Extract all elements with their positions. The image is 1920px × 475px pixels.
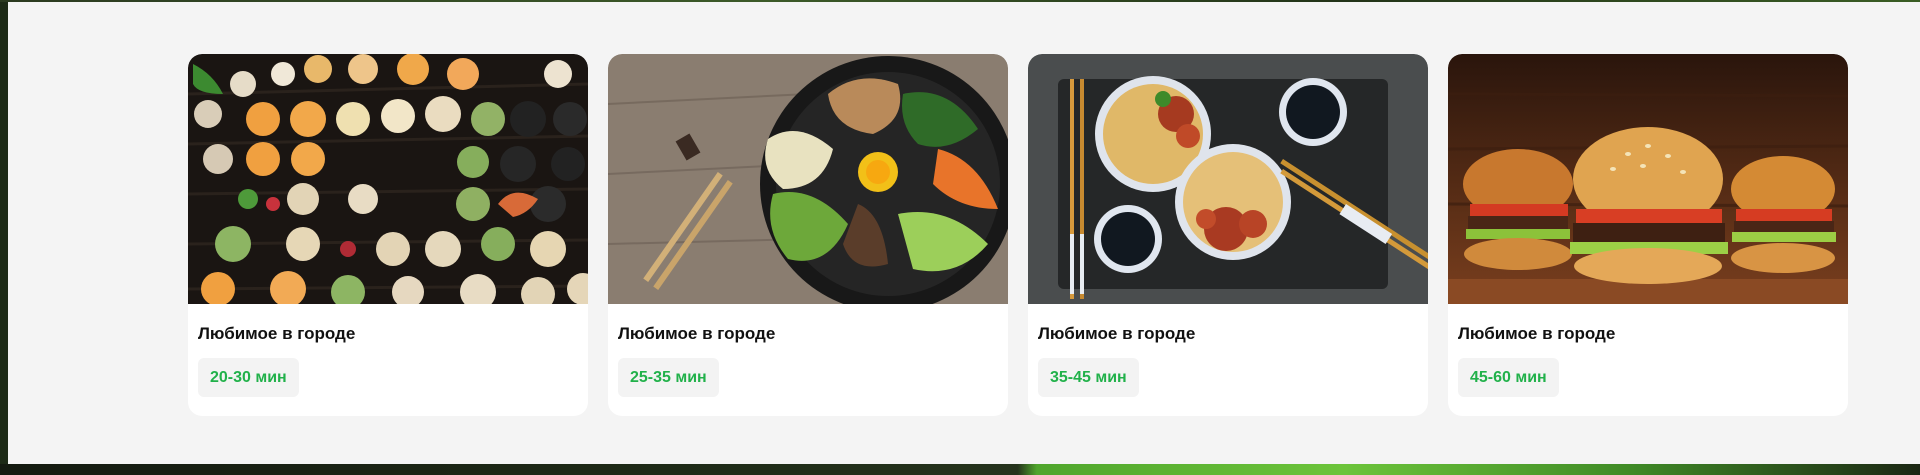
delivery-time-badge: 35-45 мин [1038, 358, 1139, 397]
restaurant-card[interactable]: Любимое в городе 20-30 мин [188, 54, 588, 416]
restaurant-title: Любимое в городе [1458, 324, 1616, 343]
restaurants-section: Любимое в городе 20-30 мин Любимое в гор… [8, 2, 1920, 464]
restaurant-title: Любимое в городе [1038, 324, 1196, 343]
noodles-photo [1028, 54, 1428, 304]
restaurant-card[interactable]: Любимое в городе 25-35 мин [608, 54, 1008, 416]
background-photo-bottom [0, 464, 1920, 475]
delivery-time-badge: 25-35 мин [618, 358, 719, 397]
restaurant-card[interactable]: Любимое в городе 35-45 мин [1028, 54, 1428, 416]
delivery-time-badge: 20-30 мин [198, 358, 299, 397]
restaurant-card[interactable]: Любимое в городе 45-60 мин [1448, 54, 1848, 416]
delivery-time-badge: 45-60 мин [1458, 358, 1559, 397]
dumplings-photo [188, 54, 588, 304]
restaurant-card-list: Любимое в городе 20-30 мин Любимое в гор… [188, 54, 1848, 416]
restaurant-title: Любимое в городе [618, 324, 776, 343]
bibimbap-photo [608, 54, 1008, 304]
burgers-photo [1448, 54, 1848, 304]
restaurant-title: Любимое в городе [198, 324, 356, 343]
